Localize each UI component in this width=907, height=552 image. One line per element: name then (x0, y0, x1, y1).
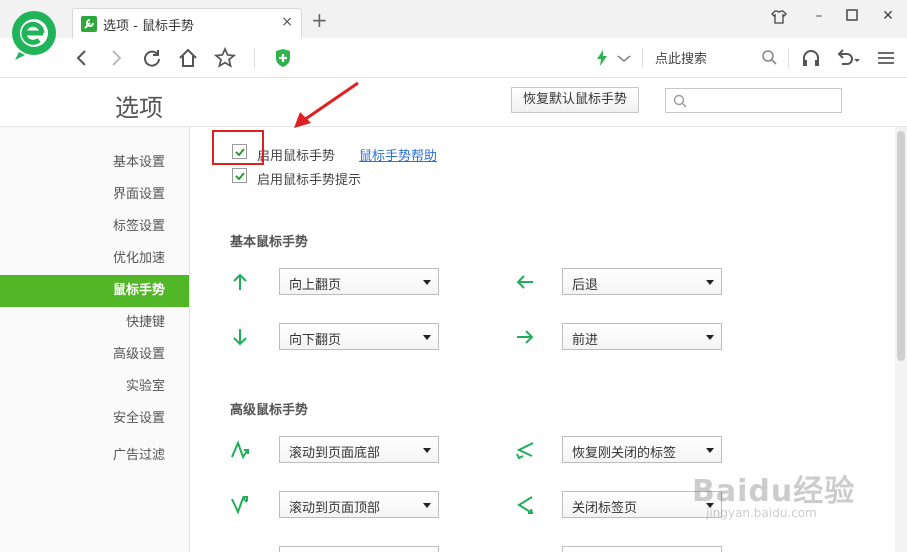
refresh-icon[interactable] (140, 46, 164, 70)
gesture-action-select[interactable]: 向上翻页 (279, 268, 439, 295)
title-bar: 选项 - 鼠标手势 × + – ✕ (0, 0, 907, 38)
options-sidebar: 基本设置 界面设置 标签设置 优化加速 鼠标手势 快捷键 高级设置 实验室 安全… (0, 127, 190, 552)
toolbar-divider (254, 48, 255, 68)
sidebar-item-label: 广告过滤 (112, 448, 165, 463)
search-box-label[interactable]: 点此搜索 (655, 48, 707, 67)
sidebar-item-tabs[interactable]: 标签设置 (0, 211, 189, 243)
dropdown-arrow-icon (706, 448, 714, 453)
lightning-icon[interactable] (590, 46, 614, 70)
gesture-action-select[interactable]: 滚动到页面底部 (279, 436, 439, 463)
sidebar-item-security[interactable]: 安全设置 (0, 403, 189, 435)
toolbar-divider (788, 48, 789, 68)
sidebar-item-lab[interactable]: 实验室 (0, 371, 189, 403)
search-icon[interactable] (758, 46, 782, 70)
gesture-help-link[interactable]: 鼠标手势帮助 (359, 145, 437, 164)
sidebar-item-basic[interactable]: 基本设置 (0, 147, 189, 179)
highlight-box (212, 130, 264, 165)
sidebar-item-ad-filter[interactable]: 广告过滤 (0, 440, 189, 472)
gesture-action-select[interactable]: 前进 (562, 323, 722, 350)
options-search-input[interactable] (690, 91, 838, 110)
sidebar-item-label: 实验室 (125, 379, 165, 394)
minimize-button[interactable]: – (807, 8, 831, 30)
gesture-action-select[interactable]: 恢复刚关闭的标签 (562, 436, 722, 463)
select-value: 向下翻页 (289, 333, 342, 348)
tab-close-button[interactable]: × (281, 14, 293, 30)
select-value: 关闭标签页 (572, 501, 638, 516)
select-value: 滚动到页面顶部 (289, 501, 381, 516)
sidebar-item-label: 鼠标手势 (112, 283, 165, 298)
sidebar-item-mouse-gestures[interactable]: 鼠标手势 (0, 275, 189, 307)
skin-icon[interactable] (767, 8, 791, 30)
forward-icon[interactable] (104, 46, 128, 70)
sidebar-item-label: 安全设置 (112, 411, 165, 426)
tab-options[interactable]: 选项 - 鼠标手势 × (72, 8, 302, 38)
sidebar-item-label: 优化加速 (112, 251, 165, 266)
down-up-right-gesture-icon (231, 496, 248, 515)
gesture-action-select[interactable]: 向下翻页 (279, 323, 439, 350)
restore-default-gestures-button[interactable]: 恢复默认鼠标手势 (511, 87, 639, 113)
up-down-right-gesture-icon (231, 440, 249, 460)
sidebar-item-label: 标签设置 (112, 219, 165, 234)
menu-icon[interactable] (874, 46, 898, 70)
dropdown-arrow-icon (706, 335, 714, 340)
select-value: 后退 (572, 278, 599, 293)
dropdown-arrow-icon (423, 503, 431, 508)
select-value: 恢复刚关闭的标签 (572, 446, 677, 461)
sidebar-item-advanced[interactable]: 高级设置 (0, 339, 189, 371)
content-scrollbar[interactable] (895, 127, 907, 552)
shield-icon[interactable] (271, 46, 295, 70)
gesture-action-select[interactable] (562, 546, 722, 552)
dropdown-arrow-icon (423, 280, 431, 285)
enable-gesture-hint-checkbox[interactable] (232, 168, 247, 183)
gesture-action-select[interactable]: 后退 (562, 268, 722, 295)
scrollbar-thumb[interactable] (897, 131, 905, 361)
gesture-action-select[interactable]: 滚动到页面顶部 (279, 491, 439, 518)
advanced-gestures-title: 高级鼠标手势 (230, 403, 309, 418)
up-arrow-icon (233, 273, 247, 290)
sidebar-item-label: 高级设置 (112, 347, 165, 362)
chevron-down-icon[interactable] (612, 46, 636, 70)
sidebar-item-label: 基本设置 (112, 155, 165, 170)
sidebar-item-interface[interactable]: 界面设置 (0, 179, 189, 211)
left-right-gesture-icon (516, 442, 534, 460)
annotation-arrow-icon (294, 81, 359, 128)
back-icon[interactable] (70, 46, 94, 70)
right-arrow-icon (517, 330, 534, 344)
enable-gesture-hint-label: 启用鼠标手势提示 (257, 173, 362, 188)
sidebar-item-label: 快捷键 (125, 315, 165, 330)
dropdown-arrow-icon (423, 335, 431, 340)
page-title: 选项 (115, 94, 163, 122)
watermark: Baidu经验 jingyan.baidu.com (692, 466, 855, 520)
dropdown-arrow-icon (423, 448, 431, 453)
home-icon[interactable] (176, 46, 200, 70)
options-search-box[interactable] (665, 88, 842, 113)
search-icon (672, 93, 688, 113)
down-arrow-icon (233, 329, 247, 346)
left-arrow-icon (516, 275, 533, 289)
gesture-action-select[interactable] (279, 546, 439, 552)
select-value: 向上翻页 (289, 278, 342, 293)
left-down-right-gesture-icon (517, 496, 534, 514)
sidebar-item-acceleration[interactable]: 优化加速 (0, 243, 189, 275)
select-value: 滚动到页面底部 (289, 446, 381, 461)
new-tab-button[interactable]: + (311, 10, 328, 30)
sidebar-item-shortcuts[interactable]: 快捷键 (0, 307, 189, 339)
star-icon[interactable] (213, 46, 237, 70)
checkmark-icon (235, 172, 245, 181)
browser-logo-icon (11, 10, 59, 62)
toolbar: 点此搜索 (0, 38, 907, 78)
tab-title: 选项 - 鼠标手势 (103, 19, 194, 34)
close-window-button[interactable]: ✕ (876, 8, 900, 30)
undo-dropdown-icon[interactable] (852, 46, 862, 70)
sidebar-item-label: 界面设置 (112, 187, 165, 202)
enable-gesture-label: 启用鼠标手势 (257, 149, 336, 164)
headphones-icon[interactable] (799, 46, 823, 70)
select-value: 前进 (572, 333, 599, 348)
wrench-icon (81, 16, 97, 32)
toolbar-divider (642, 48, 643, 68)
watermark-logo: Baidu经验 (692, 474, 856, 509)
basic-gestures-title: 基本鼠标手势 (230, 235, 309, 250)
maximize-button[interactable] (840, 8, 864, 30)
dropdown-arrow-icon (706, 280, 714, 285)
